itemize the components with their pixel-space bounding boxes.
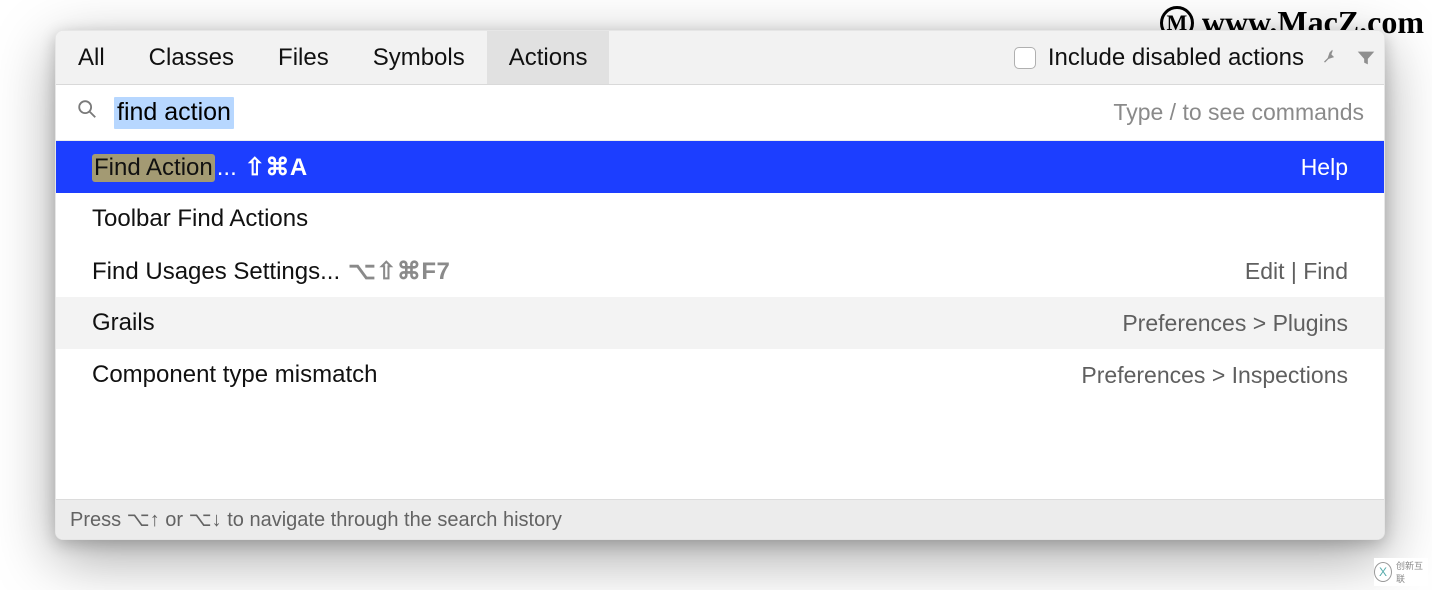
result-context: Help [1301,154,1348,181]
result-row-component-type-mismatch[interactable]: Component type mismatch Preferences > In… [56,349,1384,401]
result-label: Component type mismatch [92,361,377,389]
result-suffix: ... [217,154,237,182]
results-list: Find Action... ⇧⌘A Help Toolbar Find Act… [56,141,1384,499]
search-row: find action Type / to see commands [56,85,1384,141]
corner-badge-text: 创新互联 [1396,559,1428,585]
tab-label: Actions [509,44,588,72]
search-icon [76,98,98,127]
tab-bar: All Classes Files Symbols Actions Includ… [56,31,1384,85]
corner-badge-icon: X [1374,562,1392,582]
result-row-grails[interactable]: Grails Preferences > Plugins [56,297,1384,349]
tab-label: Symbols [373,44,465,72]
tab-all[interactable]: All [56,31,127,84]
result-label: Grails [92,309,155,337]
footer-text: Press ⌥↑ or ⌥↓ to navigate through the s… [70,507,562,532]
tab-label: All [78,44,105,72]
tab-label: Files [278,44,329,72]
checkbox-icon[interactable] [1014,47,1036,69]
search-hint: Type / to see commands [1113,99,1364,126]
search-everywhere-popup: All Classes Files Symbols Actions Includ… [55,30,1385,540]
tab-classes[interactable]: Classes [127,31,256,84]
tab-actions[interactable]: Actions [487,31,610,84]
result-shortcut: ⇧⌘A [245,153,308,182]
result-context: Preferences > Inspections [1081,362,1348,389]
result-highlight: Find Action [92,154,215,182]
result-label: Toolbar Find Actions [92,205,308,233]
result-row-find-usages-settings[interactable]: Find Usages Settings... ⌥⇧⌘F7 Edit | Fin… [56,245,1384,297]
corner-badge: X 创新互联 [1374,558,1428,586]
result-context: Edit | Find [1245,258,1348,285]
search-input[interactable]: find action [114,97,234,129]
filter-button[interactable] [1348,31,1384,84]
filter-icon [1355,47,1377,69]
tab-symbols[interactable]: Symbols [351,31,487,84]
pin-button[interactable] [1312,31,1348,84]
result-shortcut: ⌥⇧⌘F7 [348,257,450,286]
tab-label: Classes [149,44,234,72]
include-disabled-toggle[interactable]: Include disabled actions [1014,31,1312,84]
include-disabled-label: Include disabled actions [1048,44,1304,72]
result-row-find-action[interactable]: Find Action... ⇧⌘A Help [56,141,1384,193]
pin-icon [1319,47,1341,69]
footer-hint: Press ⌥↑ or ⌥↓ to navigate through the s… [56,499,1384,539]
result-label: Find Usages Settings... [92,258,340,286]
result-context: Preferences > Plugins [1122,310,1348,337]
tab-files[interactable]: Files [256,31,351,84]
result-row-toolbar-find-actions[interactable]: Toolbar Find Actions [56,193,1384,245]
